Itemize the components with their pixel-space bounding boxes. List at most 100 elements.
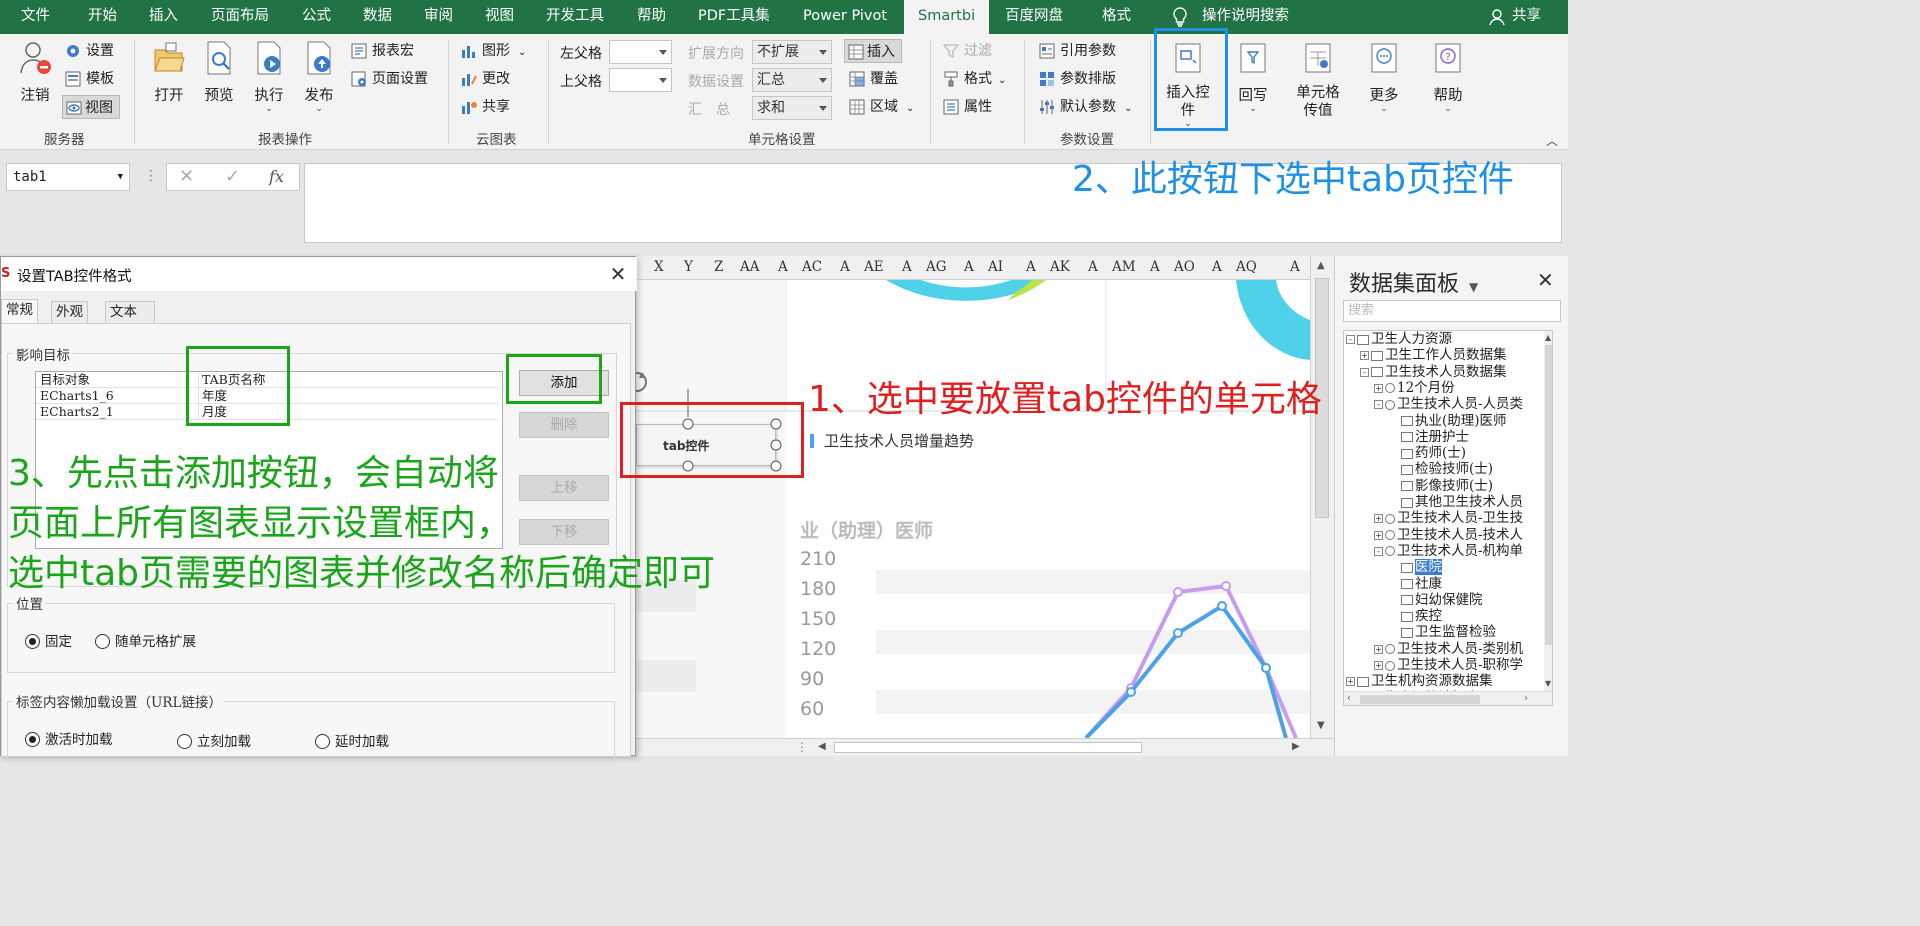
tab-formulas[interactable]: 公式	[302, 0, 331, 34]
column-header[interactable]: Y	[684, 259, 693, 275]
position-expand-radio[interactable]: 随单元格扩展	[95, 633, 196, 651]
column-header[interactable]: A	[1088, 259, 1098, 275]
column-header[interactable]: AK	[1050, 259, 1070, 275]
column-header[interactable]: A	[1026, 259, 1036, 275]
tree-node[interactable]: + 卫生技术人员-技术人	[1374, 527, 1523, 543]
tree-node[interactable]: 药师(士)	[1388, 445, 1466, 461]
publish-button[interactable]: 发布 ⌄	[300, 40, 338, 114]
view-button[interactable]: 视图	[62, 95, 120, 119]
cell-pass-value-button[interactable]: 单元格传值	[1294, 40, 1342, 120]
summary-select[interactable]: 求和	[752, 96, 832, 120]
sheet-horizontal-scrollbar[interactable]: ⋮ ◀ ▶	[636, 738, 1334, 756]
scroll-thumb[interactable]	[1545, 345, 1552, 645]
scroll-thumb[interactable]	[1360, 695, 1480, 704]
chart-button[interactable]: 图形 ⌄	[460, 39, 526, 63]
column-header[interactable]: A	[1290, 259, 1300, 275]
column-header[interactable]: A	[778, 259, 788, 275]
top-parent-select[interactable]	[609, 68, 672, 92]
tab-page-layout[interactable]: 页面布局	[211, 0, 269, 34]
column-header[interactable]: AA	[740, 259, 760, 275]
expand-icon[interactable]: +	[1360, 351, 1369, 361]
panel-search-input[interactable]: 搜索	[1343, 300, 1561, 322]
dialog-tab-appearance[interactable]: 外观	[51, 301, 88, 323]
expand-icon[interactable]: +	[1374, 530, 1383, 540]
property-button[interactable]: 属性	[942, 95, 992, 119]
data-setting-select[interactable]: 汇总	[752, 68, 832, 92]
tree-node[interactable]: 注册护士	[1388, 429, 1469, 445]
column-header[interactable]: Z	[714, 259, 723, 275]
tree-node[interactable]: 卫生监督检验	[1388, 624, 1496, 640]
tree-node[interactable]: +12个月份	[1374, 380, 1455, 396]
tree-node[interactable]: + 卫生技术人员-卫生技	[1374, 510, 1523, 526]
tree-node[interactable]: - 卫生技术人员数据集	[1360, 364, 1507, 380]
param-layout-button[interactable]: 参数排版	[1038, 67, 1116, 91]
tree-vertical-scrollbar[interactable]: ▲ ▼	[1544, 331, 1552, 691]
column-header[interactable]: X	[654, 259, 664, 275]
tab-developer[interactable]: 开发工具	[546, 0, 604, 34]
column-header[interactable]: A	[1212, 259, 1222, 275]
settings-button[interactable]: 设置	[64, 39, 114, 63]
delete-button[interactable]: 删除	[519, 412, 609, 438]
column-header[interactable]: AE	[864, 259, 884, 275]
position-fixed-radio[interactable]: 固定	[25, 633, 72, 651]
tab-power-pivot[interactable]: Power Pivot	[803, 0, 887, 34]
open-button[interactable]: 打开	[150, 40, 188, 105]
sheet-canvas[interactable]: 卫生技术人员增量趋势 业（助理）医师 210 180 150 120 90 60 tab控…	[636, 280, 1310, 738]
scroll-thumb[interactable]	[834, 742, 1142, 753]
tree-horizontal-scrollbar[interactable]: ‹ ›	[1344, 691, 1552, 705]
tree-node[interactable]: 检验技师(士)	[1388, 461, 1493, 477]
dialog-close-icon[interactable]: ✕	[607, 263, 629, 285]
column-header[interactable]: AG	[926, 259, 947, 275]
sheet-vertical-scrollbar[interactable]: ▲ ▼	[1310, 256, 1334, 738]
more-button[interactable]: 更多 ⌄	[1366, 40, 1402, 114]
template-button[interactable]: 模板	[64, 67, 114, 91]
tab-baidu-netdisk[interactable]: 百度网盘	[1005, 0, 1063, 34]
collapse-icon[interactable]: -	[1374, 546, 1383, 556]
scroll-right-icon[interactable]: ▶	[1292, 741, 1300, 752]
insert-function-icon[interactable]: fx	[269, 167, 284, 186]
close-icon[interactable]: ✕	[1537, 268, 1554, 292]
column-header[interactable]: AC	[802, 259, 822, 275]
rotate-handle-icon[interactable]	[636, 368, 652, 396]
tree-node[interactable]: + 卫生机构资源数据集	[1346, 673, 1493, 689]
collapse-ribbon-icon[interactable]: ︿	[1546, 132, 1558, 149]
column-header[interactable]: A	[964, 259, 974, 275]
region-button[interactable]: 区域 ⌄	[848, 95, 914, 119]
execute-button[interactable]: 执行 ⌄	[250, 40, 288, 114]
expand-icon[interactable]: +	[1374, 514, 1383, 524]
writeback-button[interactable]: 回写 ⌄	[1234, 40, 1272, 114]
tab-pdf-tools[interactable]: PDF工具集	[698, 0, 770, 34]
tree-node[interactable]: + 卫生技术人员-职称学	[1374, 657, 1523, 673]
scroll-down-icon[interactable]: ▼	[1545, 679, 1551, 688]
expand-direction-select[interactable]: 不扩展	[752, 40, 832, 64]
report-macro-button[interactable]: 报表宏	[350, 39, 414, 63]
logout-button[interactable]: 注销	[14, 40, 56, 105]
tree-node[interactable]: - 卫生技术人员-人员类	[1374, 396, 1523, 412]
tab-format[interactable]: 格式	[1102, 0, 1131, 34]
expand-icon[interactable]: +	[1374, 661, 1383, 670]
scroll-right-icon[interactable]: ›	[1524, 693, 1528, 704]
expand-icon[interactable]: +	[1374, 644, 1383, 654]
lazy-delay-radio[interactable]: 延时加载	[315, 733, 389, 751]
tree-node[interactable]: + 卫生技术人员-类别机	[1374, 641, 1523, 657]
tree-node[interactable]: - 卫生人力资源	[1346, 331, 1452, 347]
default-param-button[interactable]: 默认参数 ⌄	[1038, 95, 1132, 119]
tab-review[interactable]: 审阅	[424, 0, 453, 34]
scroll-up-icon[interactable]: ▲	[1545, 333, 1551, 342]
tree-node[interactable]: 影像技师(士)	[1388, 478, 1493, 494]
scroll-left-icon[interactable]: ◀	[818, 741, 826, 752]
tree-node[interactable]: 其他卫生技术人员	[1388, 494, 1523, 510]
scroll-left-icon[interactable]: ‹	[1347, 693, 1351, 704]
tab-data[interactable]: 数据	[363, 0, 392, 34]
expand-icon[interactable]: +	[1346, 677, 1355, 687]
share-button[interactable]: 共享	[1512, 0, 1541, 34]
tree-node[interactable]: 执业(助理)医师	[1388, 413, 1507, 429]
column-header[interactable]: AQ	[1236, 259, 1257, 275]
column-header[interactable]: AO	[1174, 259, 1195, 275]
collapse-icon[interactable]: -	[1360, 367, 1369, 377]
filter-button[interactable]: 过滤	[942, 39, 992, 63]
insert-mode-button[interactable]: 插入	[844, 39, 902, 63]
tab-insert[interactable]: 插入	[149, 0, 178, 34]
tab-home[interactable]: 开始	[88, 0, 117, 34]
confirm-icon[interactable]: ✓	[225, 166, 240, 187]
